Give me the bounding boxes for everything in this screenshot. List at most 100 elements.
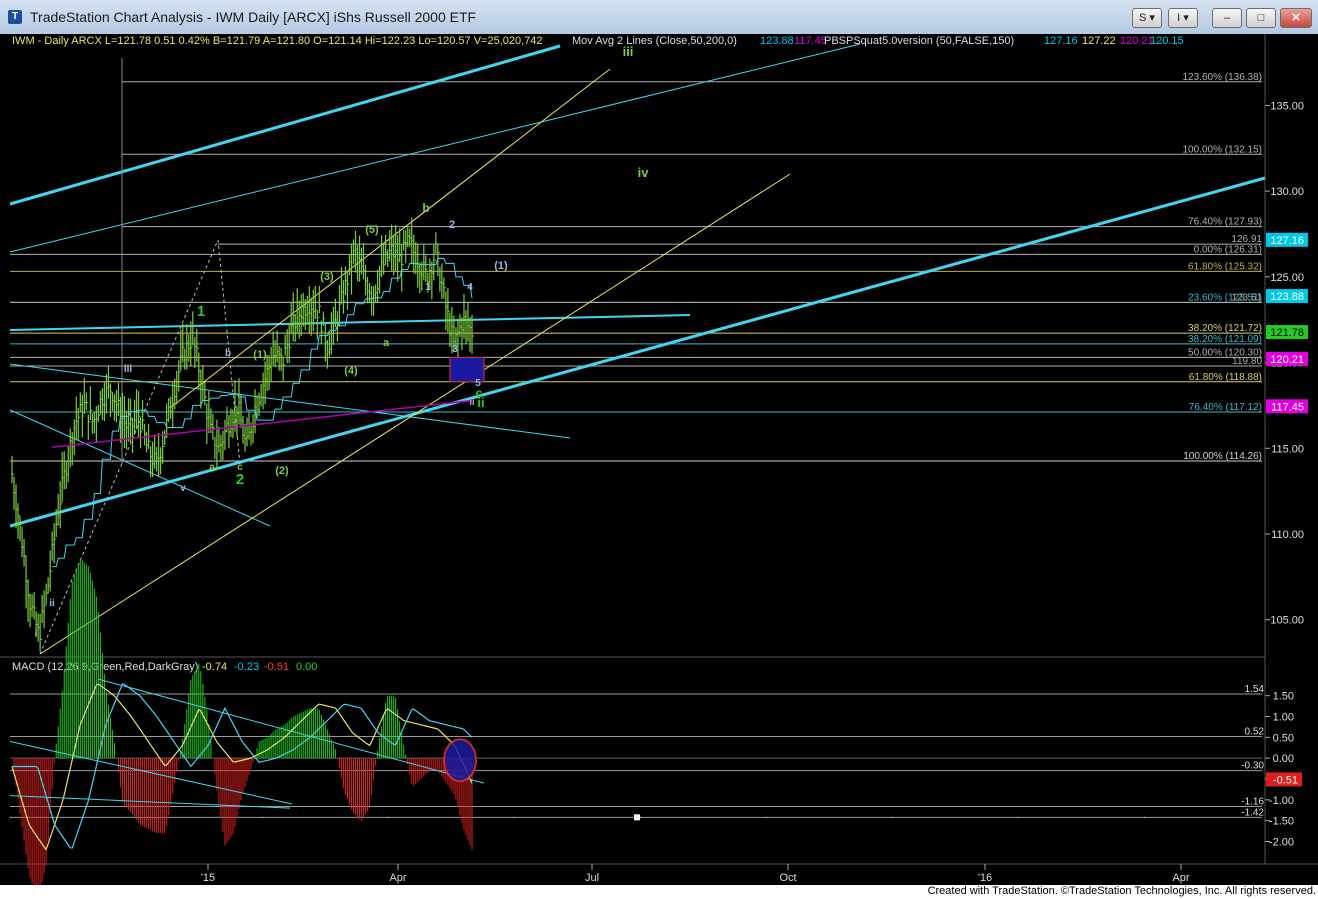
price-tick-label: 130.00 [1270, 186, 1304, 198]
wave-label: b [422, 201, 429, 215]
price-tick-label: 110.00 [1271, 529, 1304, 541]
ma50-line [52, 258, 473, 568]
macd-plot: 1.54 0.52 -0.30 -1.16-1.42 [9, 558, 1265, 898]
macd-tick-label: 0.00 [1273, 753, 1294, 765]
wave-label: (4) [344, 365, 358, 377]
macd-tick-label: -1.50 [1269, 816, 1294, 828]
trend-line [9, 176, 1266, 528]
wave-label: v [180, 483, 186, 494]
copyright-text: Created with TradeStation. ©TradeStation… [927, 885, 1316, 897]
fib-level-label: 38.20% (121.72) [1188, 323, 1262, 334]
pbs-label: PBSPSquat5.0version (50,FALSE,150) [824, 35, 1014, 47]
s-menu-button[interactable]: S ▾ [1132, 8, 1162, 28]
wave-label: a [209, 462, 215, 473]
price-tick-label: 115.00 [1271, 443, 1304, 455]
ma200-value: 117.45 [794, 35, 827, 47]
price-bars [11, 217, 474, 652]
pbs-value-3: 120.21 [1120, 35, 1154, 47]
wave-label: ii [469, 397, 474, 407]
wave-label: 3 [452, 344, 458, 355]
wave-label: 2 [236, 471, 244, 488]
minimize-button[interactable]: – [1212, 8, 1242, 28]
macd-label: MACD (12,26,9,Green,Red,DarkGray) [12, 661, 198, 673]
wave-label: (1) [253, 349, 267, 361]
wave-label: i [35, 629, 38, 640]
macd-tick-label: 1.50 [1273, 691, 1294, 703]
wave-labels: iiiivb2(1)1 4(5)(3)1a(4)35ciiiiib (1)iia c2… [35, 44, 650, 640]
wave-label: (1) [494, 260, 508, 272]
wave-label: iii [124, 364, 133, 375]
time-tick-label: Apr [1172, 872, 1189, 884]
wave-label: 1 [425, 282, 431, 293]
macd-highlight-circle [443, 738, 477, 783]
trend-line [9, 43, 861, 253]
time-tick-label: Oct [779, 872, 796, 884]
maximize-button[interactable]: □ [1246, 8, 1276, 28]
pbs-value-2: 127.22 [1082, 35, 1116, 47]
trendlines [9, 43, 1266, 655]
window-title: TradeStation Chart Analysis - IWM Daily … [30, 9, 477, 25]
wave-label: 2 [449, 219, 455, 231]
close-button[interactable]: ✕ [1280, 8, 1312, 28]
price-tag-label: 121.78 [1270, 327, 1304, 339]
time-tick-label: '16 [978, 872, 992, 884]
wave-label: ii [477, 395, 484, 410]
macd-value-2: -0.23 [234, 661, 259, 673]
macd-level-label: 1.54 [1245, 684, 1265, 695]
wave-label: iv [638, 165, 650, 180]
signal-line [12, 683, 473, 849]
wave-label: iii [623, 44, 634, 59]
price-tick-label: 125.00 [1270, 272, 1304, 284]
chart-canvas[interactable]: IWM - Daily ARCX L=121.78 0.51 0.42% B=1… [0, 34, 1318, 898]
wave-label: a [383, 337, 390, 349]
fib-level-label: 100.00% (114.26) [1183, 451, 1262, 462]
ma-label: Mov Avg 2 Lines (Close,50,200,0) [572, 35, 737, 47]
fib-level-label: 38.20% (121.09) [1188, 334, 1262, 345]
tradestation-logo-icon: T [8, 10, 22, 24]
macd-value-1: -0.74 [202, 661, 227, 673]
macd-tag-label: -0.51 [1273, 774, 1298, 786]
wave-label: (2) [275, 465, 289, 477]
macd-trendline [97, 678, 485, 784]
price-tag-label: 127.16 [1270, 235, 1304, 247]
macd-line [11, 683, 473, 851]
trend-line [9, 314, 691, 331]
wave-label: 1 [197, 303, 205, 320]
time-tick-label: Apr [389, 872, 406, 884]
chart-area[interactable]: IWM - Daily ARCX L=121.78 0.51 0.42% B=1… [0, 34, 1318, 898]
macd-level-label: -1.16 [1241, 797, 1264, 808]
pbs-value-1: 127.16 [1044, 35, 1078, 47]
macd-marker [634, 814, 640, 821]
macd-tick-label: 1.00 [1273, 712, 1294, 724]
app-window: T TradeStation Chart Analysis - IWM Dail… [0, 0, 1318, 899]
fib-level-label: 123.60% (136.38) [1182, 72, 1262, 83]
macd-level-label: 0.52 [1245, 727, 1265, 738]
fib-level-label: 119.80 [1232, 356, 1262, 367]
fib-level-label: 0.00% (126.31) [1194, 244, 1262, 255]
fib-level-label: 76.40% (117.12) [1189, 402, 1262, 413]
price-tag-label: 117.45 [1271, 401, 1304, 413]
pbs-value-4: 120.15 [1150, 35, 1184, 47]
trend-line [39, 173, 791, 655]
ma50-value: 123.88 [760, 35, 794, 47]
price-tick-label: 105.00 [1270, 615, 1304, 627]
wave-label: (5) [365, 224, 379, 236]
fib-level-label: 76.40% (127.93) [1188, 217, 1262, 228]
symbol-header: IWM - Daily ARCX L=121.78 0.51 0.42% B=1… [12, 35, 543, 47]
fib-level-label: 100.00% (132.15) [1182, 144, 1262, 155]
i-menu-button[interactable]: I ▾ [1168, 8, 1198, 28]
macd-value-4: 0.00 [296, 661, 317, 673]
time-tick-label: '15 [201, 872, 215, 884]
fib-level-label: 123.51 [1231, 292, 1262, 303]
macd-tick-label: -2.00 [1269, 837, 1294, 849]
ma200-line [52, 399, 473, 448]
wave-label: (3) [320, 271, 334, 283]
trend-line [9, 44, 561, 206]
macd-tick-label: 0.50 [1273, 732, 1294, 744]
wave-label: ii [49, 598, 55, 609]
macd-tick-label: -1.00 [1269, 795, 1294, 807]
title-bar: T TradeStation Chart Analysis - IWM Dail… [0, 0, 1318, 35]
macd-value-3: -0.51 [264, 661, 289, 673]
price-tick-label: 135.00 [1270, 100, 1304, 112]
time-tick-label: Jul [585, 872, 599, 884]
